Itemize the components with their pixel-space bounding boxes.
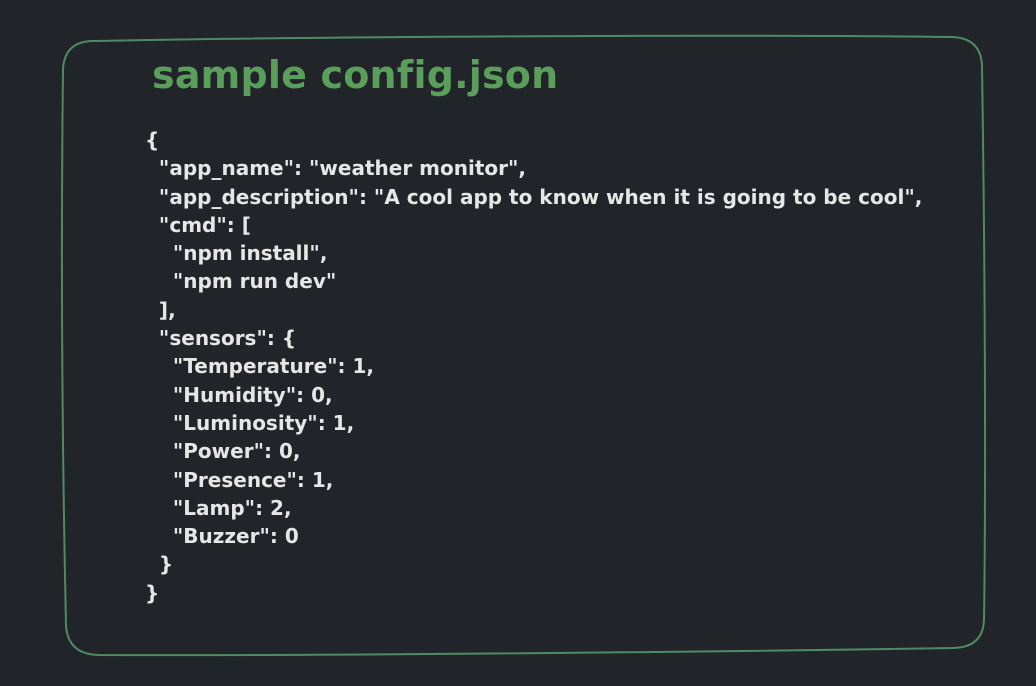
diagram-title: sample config.json	[152, 53, 559, 97]
code-line: }	[145, 580, 160, 605]
code-line: "Humidity": 0,	[145, 382, 333, 407]
code-line: ],	[145, 297, 176, 322]
code-line: "app_name": "weather monitor",	[145, 156, 526, 181]
canvas: sample config.json { "app_name": "weathe…	[0, 0, 1036, 686]
json-code-block: { "app_name": "weather monitor", "app_de…	[145, 126, 922, 607]
code-line: "npm install",	[145, 241, 328, 266]
code-line: "Temperature": 1,	[145, 354, 375, 379]
code-line: "app_description": "A cool app to know w…	[145, 184, 923, 209]
code-line: "Presence": 1,	[145, 467, 334, 492]
code-line: "Buzzer": 0	[145, 524, 299, 549]
code-line: "npm run dev"	[145, 269, 337, 294]
code-line: "cmd": [	[145, 212, 251, 237]
code-line: {	[145, 128, 160, 152]
code-line: "Lamp": 2,	[145, 495, 292, 520]
code-line: "Power": 0,	[145, 439, 301, 464]
code-line: "Luminosity": 1,	[145, 410, 355, 435]
code-line: }	[145, 552, 174, 577]
code-line: "sensors": {	[145, 326, 297, 351]
